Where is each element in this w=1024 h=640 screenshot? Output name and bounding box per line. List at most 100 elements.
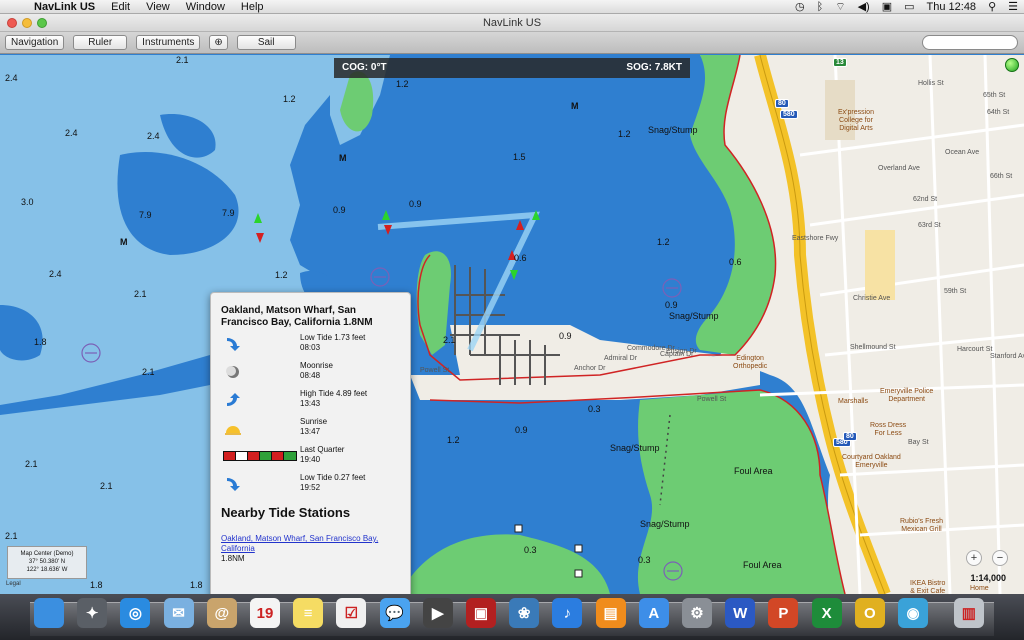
spotlight-icon[interactable]: ⚲ bbox=[982, 0, 1002, 14]
tide-event-label: Low Tide 0.27 feet bbox=[300, 473, 366, 482]
menu-help[interactable]: Help bbox=[233, 0, 272, 14]
tide-event-row: High Tide 4.89 feet 13:43 bbox=[221, 388, 400, 413]
zoom-window-icon[interactable] bbox=[37, 18, 47, 28]
street-label: Bay St bbox=[908, 439, 929, 446]
window-title: NavLink US bbox=[482, 17, 542, 29]
depth-sounding: 1.2 bbox=[447, 435, 460, 445]
highway-shield-icon: 80 bbox=[843, 432, 857, 441]
street-label: Hollis St bbox=[918, 80, 944, 87]
reminders-icon[interactable]: ☑ bbox=[336, 598, 367, 628]
facetime-icon[interactable]: ▶ bbox=[422, 598, 453, 628]
map-scale: 1:14,000 bbox=[970, 573, 1006, 583]
street-label: Harcourt St bbox=[957, 346, 993, 353]
menu-view[interactable]: View bbox=[138, 0, 178, 14]
street-label: 62nd St bbox=[913, 196, 938, 203]
ibooks-icon[interactable]: ▤ bbox=[595, 598, 626, 628]
depth-sounding: 2.1 bbox=[443, 335, 456, 345]
chart-map[interactable]: 2.1 2.4 1.2 1.2 2.4 2.4 1.2 1.5 3.0 7.9 7.9 0.9 0.9 1… bbox=[0, 55, 1024, 594]
cog-readout: COG: 0°T bbox=[342, 62, 387, 73]
sail-button[interactable]: Sail bbox=[236, 35, 296, 50]
depth-sounding: 0.6 bbox=[729, 257, 742, 267]
moonrise-icon bbox=[223, 364, 243, 380]
zoom-out-button[interactable]: − bbox=[992, 550, 1008, 566]
poi-label: Rubio's Fresh Mexican Grill bbox=[900, 518, 943, 533]
tide-station-title: Oakland, Matson Wharf, San Francisco Bay… bbox=[221, 305, 373, 328]
launchpad-icon[interactable]: ✦ bbox=[77, 598, 108, 628]
contacts-icon[interactable]: @ bbox=[206, 598, 237, 628]
trash-icon[interactable]: ▥ bbox=[953, 598, 984, 628]
tide-event-text: Low Tide 1.73 feet 08:03 bbox=[300, 333, 365, 353]
chart-label: Snag/Stump bbox=[610, 443, 660, 453]
calendar-icon[interactable]: 19 bbox=[250, 598, 280, 628]
iphoto-icon[interactable]: ❀ bbox=[509, 598, 540, 628]
station-link[interactable]: Oakland, Matson Wharf, San Francisco Bay… bbox=[221, 534, 400, 554]
depth-sounding: 7.9 bbox=[222, 208, 235, 218]
street-label: Shellmound St bbox=[850, 344, 896, 351]
minimize-window-icon[interactable] bbox=[22, 18, 32, 28]
messages-icon[interactable]: 💬 bbox=[379, 598, 410, 628]
tide-event-label: Moonrise bbox=[300, 361, 333, 370]
instruments-button[interactable]: Instruments bbox=[136, 35, 201, 50]
wifi-icon[interactable]: ⌔ bbox=[829, 0, 851, 14]
tide-event-row: Low Tide 1.73 feet 08:03 bbox=[221, 332, 400, 357]
app-window: NavLink US Navigation Ruler Instruments … bbox=[0, 14, 1024, 594]
depth-sounding: 2.4 bbox=[65, 128, 78, 138]
legal-link[interactable]: Legal bbox=[6, 581, 21, 587]
notes-icon[interactable]: ≡ bbox=[293, 598, 324, 628]
navlink-icon[interactable]: ◉ bbox=[898, 598, 928, 628]
zoom-in-button[interactable]: + bbox=[966, 550, 982, 566]
cog-sog-bar: COG: 0°T SOG: 7.8KT bbox=[334, 58, 690, 78]
menu-edit[interactable]: Edit bbox=[103, 0, 138, 14]
toolbar: Navigation Ruler Instruments ⊕ Sail ⚲ bbox=[0, 32, 1024, 54]
map-center-lat: 37° 50.380' N bbox=[28, 559, 66, 565]
clock[interactable]: Thu 12:48 bbox=[921, 0, 983, 14]
outlook-icon[interactable]: O bbox=[854, 598, 885, 628]
close-window-icon[interactable] bbox=[7, 18, 17, 28]
powerpoint-icon[interactable]: P bbox=[768, 598, 799, 628]
map-center-label: Map Center (Demo) bbox=[20, 551, 74, 557]
excel-icon[interactable]: X bbox=[811, 598, 842, 628]
depth-sounding: 0.3 bbox=[588, 404, 601, 414]
chart-label: Foul Area bbox=[743, 560, 782, 570]
gps-status-icon[interactable] bbox=[1005, 58, 1019, 72]
notification-center-icon[interactable]: ☰ bbox=[1002, 0, 1024, 14]
bluetooth-icon[interactable]: ᛒ bbox=[811, 0, 830, 14]
depth-sounding: 7.9 bbox=[139, 210, 152, 220]
chart-label: M bbox=[339, 153, 347, 163]
ruler-button[interactable]: Ruler bbox=[73, 35, 128, 50]
menu-app-name[interactable]: NavLink US bbox=[26, 0, 103, 14]
depth-sounding: 0.9 bbox=[515, 425, 528, 435]
center-target-button[interactable]: ⊕ bbox=[209, 35, 228, 50]
depth-sounding: 0.6 bbox=[514, 253, 527, 263]
tide-event-text: Last Quarter 19:40 bbox=[300, 445, 344, 465]
street-label: Eastshore Fwy bbox=[792, 235, 839, 242]
system-preferences-icon[interactable]: ⚙ bbox=[682, 598, 712, 628]
search-input[interactable] bbox=[922, 35, 1018, 50]
depth-sounding: 2.4 bbox=[5, 73, 18, 83]
title-bar: NavLink US bbox=[0, 14, 1024, 32]
input-menu-icon[interactable]: ▣ bbox=[876, 0, 898, 14]
street-label: Powell St bbox=[420, 367, 450, 374]
finder-icon[interactable] bbox=[34, 598, 64, 628]
mail-icon[interactable]: ✉ bbox=[163, 598, 194, 628]
battery-icon[interactable]: ▭ bbox=[898, 0, 920, 14]
chart-label: Snag/Stump bbox=[648, 125, 698, 135]
navigation-button[interactable]: Navigation bbox=[5, 35, 65, 50]
volume-icon[interactable]: ◀) bbox=[852, 0, 876, 14]
street-label: Christie Ave bbox=[853, 295, 891, 302]
chart-label: Foul Area bbox=[734, 466, 773, 476]
station-distance: 1.8NM bbox=[221, 554, 245, 563]
safari-icon[interactable]: ◎ bbox=[120, 598, 151, 628]
time-machine-icon[interactable]: ◷ bbox=[789, 0, 811, 14]
depth-sounding: 0.9 bbox=[333, 205, 346, 215]
menu-bar: NavLink US Edit View Window Help ◷ ᛒ ⌔ ◀… bbox=[0, 0, 1024, 14]
high-tide-icon bbox=[223, 392, 243, 408]
menu-window[interactable]: Window bbox=[178, 0, 233, 14]
app-store-icon[interactable]: A bbox=[638, 598, 669, 628]
itunes-icon[interactable]: ♪ bbox=[552, 598, 583, 628]
street-label: 66th St bbox=[990, 173, 1013, 180]
photo-booth-icon[interactable]: ▣ bbox=[466, 598, 496, 628]
depth-sounding: 1.5 bbox=[513, 152, 526, 162]
word-icon[interactable]: W bbox=[725, 598, 756, 628]
highway-shield-icon: 80 bbox=[775, 99, 789, 108]
